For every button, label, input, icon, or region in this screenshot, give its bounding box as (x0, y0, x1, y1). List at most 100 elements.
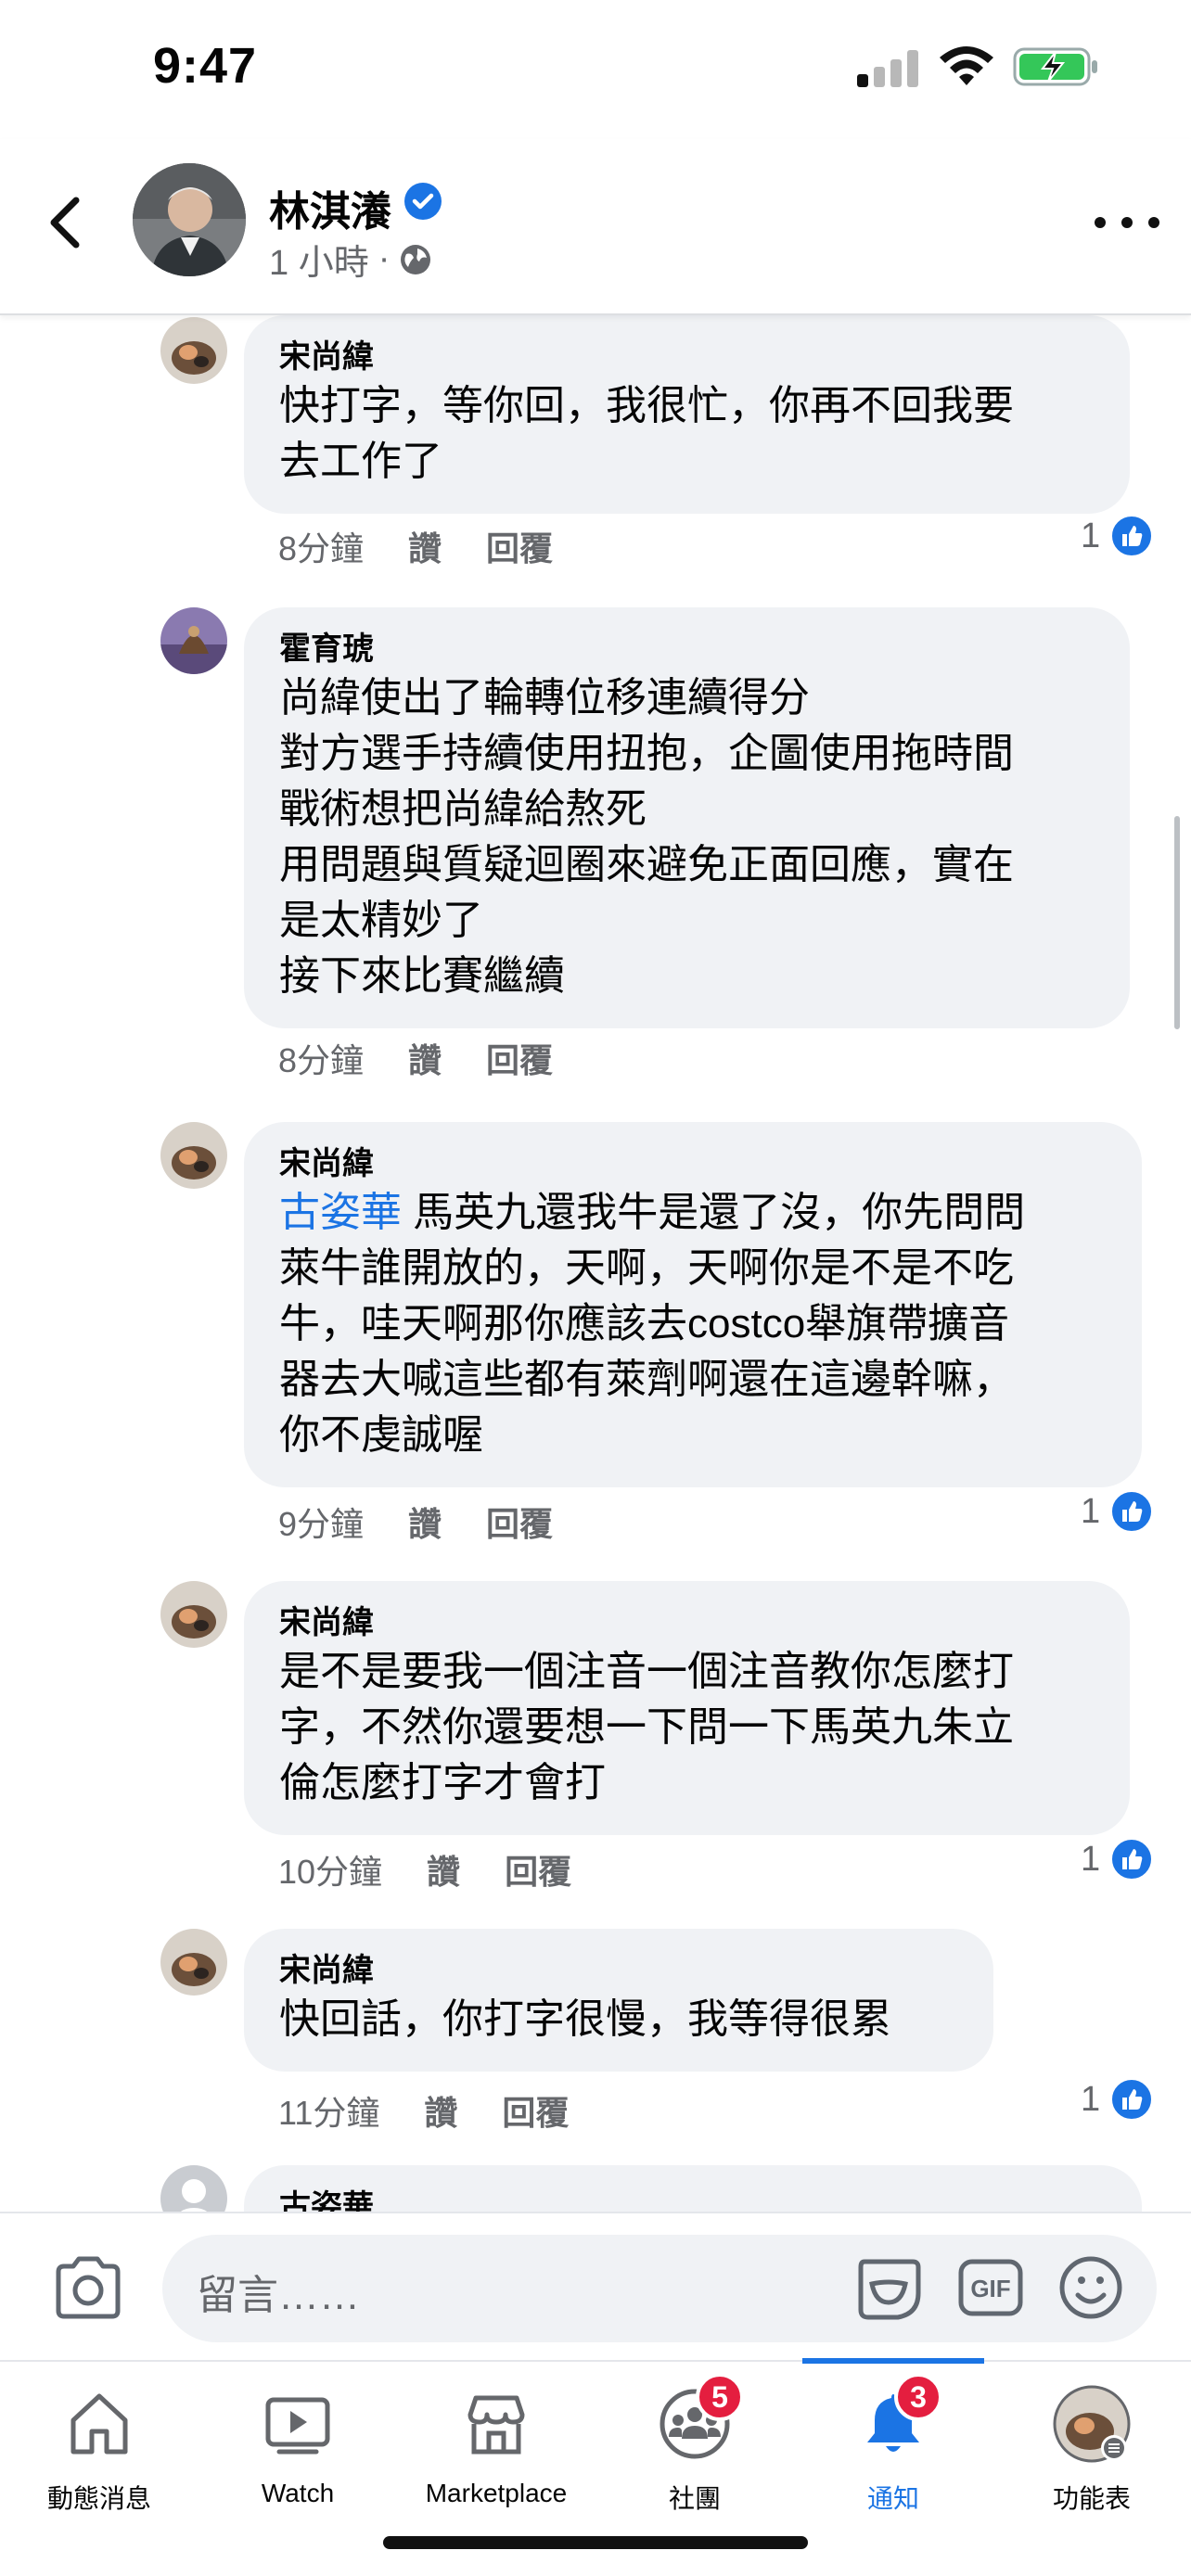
commenter-avatar[interactable] (160, 2165, 227, 2212)
tab-notifications[interactable]: 3 通知 (794, 2362, 992, 2529)
tab-watch[interactable]: Watch (198, 2362, 397, 2529)
commenter-name[interactable]: 宋尚緯 (279, 1949, 958, 1992)
commenter-name[interactable]: 宋尚緯 (279, 1601, 1095, 1644)
thumbs-up-icon (1109, 1837, 1155, 1881)
post-meta: 1 小時 · (269, 234, 432, 285)
comment-time: 10分鐘 (278, 1853, 383, 1891)
chevron-left-icon (50, 197, 80, 249)
comment-placeholder: 留言…… (197, 2273, 360, 2318)
status-bar: 9:47 (0, 0, 1191, 139)
comment-text: 古姿華 馬英九還我牛是還了沒，你先問問 萊牛誰開放的，天啊，天啊你是不是不吃 牛… (279, 1185, 1107, 1463)
comment-time: 8分鐘 (278, 1041, 365, 1079)
tab-label: Watch (261, 2479, 335, 2507)
gif-icon[interactable]: GIF (957, 2258, 1024, 2317)
tab-groups[interactable]: 5 社團 (596, 2362, 794, 2529)
comment-bubble[interactable]: 宋尚緯 快回話，你打字很慢，我等得很累 (244, 1929, 993, 2072)
like-count-number: 1 (1081, 2079, 1101, 2119)
mention-link[interactable]: 古姿華 (279, 1190, 402, 1235)
reaction-count[interactable]: 1 (1081, 514, 1155, 558)
commenter-name[interactable]: 古姿華 (279, 2186, 1107, 2212)
comment-bubble[interactable]: 霍育琥 尚緯使出了輪轉位移連續得分 對方選手持續使用扭抱，企圖使用拖時間 戰術想… (244, 607, 1130, 1028)
commenter-name[interactable]: 宋尚緯 (279, 1142, 1107, 1185)
verified-badge-icon (404, 183, 442, 220)
sticker-icon[interactable] (853, 2252, 924, 2323)
like-count-number: 1 (1081, 516, 1101, 555)
comment-text: 快打字，等你回，我很忙，你再不回我要 去工作了 (279, 383, 1014, 484)
comment-bubble[interactable]: 古姿華 (244, 2165, 1142, 2212)
groups-badge: 5 (696, 2373, 744, 2421)
tab-label: 通知 (866, 2484, 919, 2513)
commenter-avatar[interactable] (160, 1581, 227, 1648)
author-name[interactable]: 林淇瀁 (269, 178, 391, 237)
reply-link[interactable]: 回覆 (486, 1034, 553, 1082)
comment-bubble[interactable]: 宋尚緯 快打字，等你回，我很忙，你再不回我要 去工作了 (244, 315, 1130, 514)
groups-icon: 5 (653, 2373, 744, 2466)
tab-news-feed[interactable]: 動態消息 (0, 2362, 198, 2529)
commenter-avatar[interactable] (160, 607, 227, 674)
comment-bubble[interactable]: 宋尚緯 是不是要我一個注音一個注音教你怎麼打 字，不然你還要想一下問一下馬英九朱… (244, 1581, 1130, 1835)
commenter-avatar[interactable] (160, 1929, 227, 1996)
comment-time: 8分鐘 (278, 529, 365, 567)
like-link[interactable]: 讚 (408, 1498, 442, 1546)
comment-actions: 10分鐘 讚 回覆 (278, 1845, 571, 1894)
comment-actions: 8分鐘 讚 回覆 (278, 522, 553, 570)
emoji-icon[interactable] (1057, 2254, 1124, 2321)
comment-bubble[interactable]: 宋尚緯 古姿華 馬英九還我牛是還了沒，你先問問 萊牛誰開放的，天啊，天啊你是不是… (244, 1122, 1142, 1487)
reply-link[interactable]: 回覆 (505, 1845, 571, 1894)
comment-composer: 留言…… GIF (0, 2212, 1191, 2360)
like-link[interactable]: 讚 (424, 2086, 457, 2135)
reaction-count[interactable]: 1 (1081, 1837, 1155, 1881)
tab-menu[interactable]: 功能表 (992, 2362, 1191, 2529)
battery-charging-icon (1013, 47, 1097, 86)
commenter-avatar[interactable] (160, 317, 227, 384)
commenter-name[interactable]: 宋尚緯 (279, 336, 1095, 378)
thumbs-up-icon (1109, 2077, 1155, 2122)
tab-marketplace[interactable]: Marketplace (397, 2362, 596, 2529)
like-link[interactable]: 讚 (408, 522, 442, 570)
wifi-icon (940, 46, 993, 85)
reply-link[interactable]: 回覆 (486, 522, 553, 570)
comment-text: 尚緯使出了輪轉位移連續得分 對方選手持續使用扭抱，企圖使用拖時間 戰術想把尚緯給… (279, 675, 1014, 999)
tab-label: 功能表 (1052, 2484, 1131, 2513)
comment-list: 宋尚緯 快打字，等你回，我很忙，你再不回我要 去工作了 8分鐘 讚 回覆 1 霍… (0, 315, 1191, 2212)
comment-time: 9分鐘 (278, 1505, 365, 1543)
cellular-signal-icon (857, 50, 918, 87)
comment-actions: 8分鐘 讚 回覆 (278, 1034, 553, 1082)
globe-icon (401, 244, 431, 274)
like-count-number: 1 (1081, 1839, 1101, 1879)
comment-text: 快回話，你打字很慢，我等得很累 (279, 1996, 891, 2042)
tab-label: 社團 (668, 2484, 721, 2513)
author-avatar[interactable] (133, 163, 246, 276)
notifications-badge: 3 (894, 2373, 942, 2421)
post-header: 林淇瀁 1 小時 · (0, 139, 1191, 315)
comment-actions: 11分鐘 讚 回覆 (278, 2086, 569, 2135)
reply-link[interactable]: 回覆 (502, 2086, 569, 2135)
reply-link[interactable]: 回覆 (486, 1498, 553, 1546)
camera-icon[interactable] (51, 2255, 125, 2320)
like-link[interactable]: 讚 (427, 1845, 460, 1894)
commenter-avatar[interactable] (160, 1122, 227, 1189)
home-indicator[interactable] (383, 2536, 808, 2549)
comment-text: 是不是要我一個注音一個注音教你怎麼打 字，不然你還要想一下問一下馬英九朱立 倫怎… (279, 1649, 1014, 1805)
like-link[interactable]: 讚 (408, 1034, 442, 1082)
watch-icon (256, 2382, 339, 2466)
reaction-count[interactable]: 1 (1081, 2077, 1155, 2122)
back-button[interactable] (37, 185, 93, 260)
post-time: 1 小時 (269, 244, 369, 283)
commenter-name[interactable]: 霍育琥 (279, 628, 1095, 670)
svg-text:GIF: GIF (970, 2275, 1010, 2302)
scrollbar[interactable] (1174, 816, 1180, 1029)
bell-icon: 3 (852, 2373, 942, 2466)
comment-actions: 9分鐘 讚 回覆 (278, 1498, 553, 1546)
tab-label: Marketplace (425, 2479, 568, 2507)
more-options-button[interactable] (1095, 204, 1159, 241)
tab-label: 動態消息 (46, 2484, 151, 2513)
home-icon (58, 2382, 141, 2466)
meta-separator: · (378, 239, 391, 278)
status-time: 9:47 (153, 38, 258, 94)
marketplace-icon (455, 2382, 538, 2466)
thumbs-up-icon (1109, 1489, 1155, 1534)
thumbs-up-icon (1109, 514, 1155, 558)
like-count-number: 1 (1081, 1491, 1101, 1531)
reaction-count[interactable]: 1 (1081, 1489, 1155, 1534)
